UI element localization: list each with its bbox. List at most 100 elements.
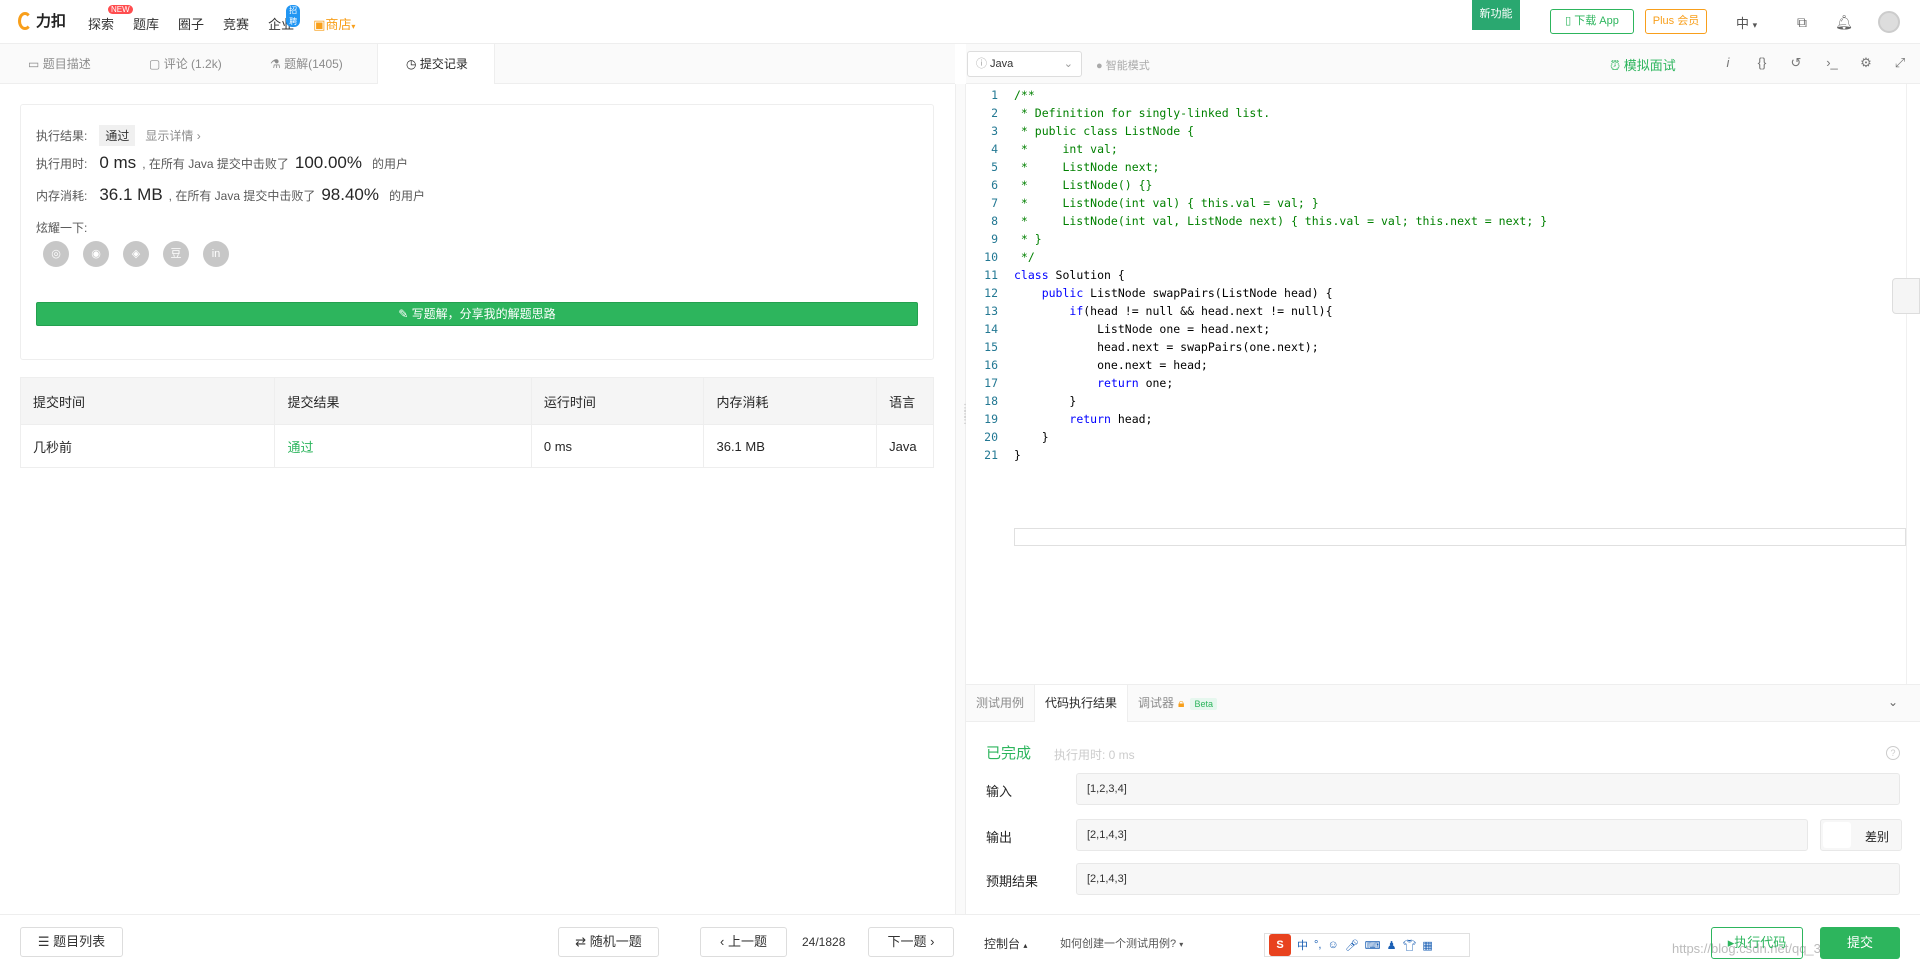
prev-problem-button[interactable]: ‹ 上一题	[700, 927, 787, 957]
settings-icon[interactable]: ⚙	[1856, 55, 1876, 71]
run-status: 已完成	[986, 745, 1032, 762]
weibo-icon[interactable]: ◉	[83, 241, 109, 267]
douban-icon[interactable]: 豆	[163, 241, 189, 267]
help-icon[interactable]: ?	[1886, 746, 1900, 760]
table-row[interactable]: 几秒前 通过 0 ms 36.1 MB Java	[21, 425, 933, 467]
bell-icon[interactable]: 🔔︎	[1834, 12, 1854, 32]
code-line[interactable]: 10 */	[966, 248, 1035, 266]
shirt-icon[interactable]: 👕︎	[1402, 939, 1416, 952]
tab-description[interactable]: ▭ 题目描述	[0, 44, 121, 84]
share-icons: ◎ ◉ ◈ 豆 in	[43, 241, 229, 267]
mic-icon[interactable]: 🎤︎	[1345, 939, 1359, 952]
ime-lang-icon[interactable]: 中	[1297, 937, 1308, 953]
code-editor[interactable]: 1 /** 2 * Definition for singly-linked lis…	[966, 84, 1906, 684]
console-toggle[interactable]: 控制台 ▴	[984, 935, 1027, 952]
terminal-icon[interactable]: ›_	[1822, 55, 1842, 70]
grid-icon[interactable]: ▦	[1422, 939, 1432, 952]
nav-problems[interactable]: 题库	[133, 14, 159, 33]
show-details-link[interactable]: 显示详情 ›	[145, 127, 200, 144]
mock-interview-button[interactable]: ⏰︎ 模拟面试	[1610, 55, 1676, 74]
code-line[interactable]: 14 ListNode one = head.next;	[966, 320, 1270, 338]
code-line[interactable]: 21}	[966, 446, 1021, 464]
user-icon[interactable]: ♟	[1387, 939, 1397, 952]
keyboard-icon[interactable]: ⌨	[1365, 939, 1381, 952]
submit-button[interactable]: 提交	[1820, 927, 1900, 959]
tab-run-result[interactable]: 代码执行结果	[1034, 685, 1129, 722]
fullscreen-icon[interactable]: ⤢	[1890, 55, 1910, 71]
code-line[interactable]: 5 * ListNode next;	[966, 158, 1159, 176]
new-feature-banner[interactable]: 新功能	[1472, 0, 1520, 30]
code-line[interactable]: 19 return head;	[966, 410, 1152, 428]
sogou-icon[interactable]: S	[1269, 934, 1291, 956]
braces-icon[interactable]: {}	[1752, 55, 1772, 70]
mock-interview-label: 模拟面试	[1623, 58, 1676, 73]
cell-result[interactable]: 通过	[275, 425, 532, 467]
tab-testcase[interactable]: 测试用例	[966, 685, 1034, 722]
smart-mode-toggle[interactable]: ● 智能模式	[1096, 57, 1150, 73]
code-line[interactable]: 3 * public class ListNode {	[966, 122, 1194, 140]
language-switch[interactable]: 中 ▾	[1736, 13, 1757, 32]
code-line[interactable]: 1 /**	[966, 86, 1035, 104]
nav-circle[interactable]: 圈子	[178, 14, 204, 33]
panel-splitter[interactable]: ⋮ ⋮ ⋮	[955, 84, 970, 914]
plus-member-button[interactable]: Plus 会员	[1645, 9, 1707, 34]
header-memory: 内存消耗	[704, 378, 878, 424]
code-line[interactable]: 18 }	[966, 392, 1076, 410]
problem-list-button[interactable]: ☰ 题目列表	[20, 927, 123, 957]
tab-debugger[interactable]: 调试器 🔒︎ Beta	[1128, 685, 1227, 722]
qq-icon[interactable]: ◈	[123, 241, 149, 267]
code-line[interactable]: 16 one.next = head;	[966, 356, 1208, 374]
code-line[interactable]: 2 * Definition for singly-linked list.	[966, 104, 1270, 122]
linkedin-icon[interactable]: in	[203, 241, 229, 267]
tab-comments[interactable]: ▢ 评论 (1.2k)	[121, 44, 242, 84]
tab-solutions[interactable]: ⚗ 题解(1405)	[242, 44, 377, 84]
line-number: 5	[991, 160, 998, 174]
tab-debugger-label: 调试器	[1138, 696, 1175, 710]
nav-store[interactable]: ▣商店▾	[313, 14, 355, 33]
reset-icon[interactable]: ↺	[1786, 55, 1806, 71]
collapse-icon[interactable]: ⌄	[1888, 695, 1898, 709]
avatar[interactable]	[1878, 11, 1900, 33]
code-line[interactable]: 6 * ListNode() {}	[966, 176, 1152, 194]
nav-contest[interactable]: 竞赛	[223, 14, 249, 33]
playground-icon[interactable]: ⧉	[1792, 12, 1812, 32]
code-line[interactable]: 4 * int val;	[966, 140, 1118, 158]
emoji-icon[interactable]: ☺	[1327, 939, 1338, 951]
smart-mode-label: 智能模式	[1105, 60, 1150, 72]
language-select[interactable]: ⓘ Java ⌄	[967, 51, 1082, 77]
editor-scrollbar[interactable]	[1906, 84, 1920, 684]
punct-icon[interactable]: °,	[1314, 939, 1321, 951]
code-line[interactable]: 15 head.next = swapPairs(one.next);	[966, 338, 1319, 356]
next-problem-button[interactable]: 下一题 ›	[868, 927, 954, 957]
info-italic-icon[interactable]: i	[1718, 55, 1738, 70]
code-line[interactable]: 12 public ListNode swapPairs(ListNode he…	[966, 284, 1333, 302]
code-line[interactable]: 11 class Solution {	[966, 266, 1125, 284]
diff-switch[interactable]	[1823, 822, 1851, 848]
line-number: 14	[984, 322, 998, 336]
code-line[interactable]: 13 if(head != null && head.next != null)…	[966, 302, 1332, 320]
howto-testcase-link[interactable]: 如何创建一个测试用例? ▾	[1060, 935, 1183, 951]
chevron-up-icon: ▴	[1023, 941, 1028, 950]
howto-label: 如何创建一个测试用例?	[1060, 938, 1177, 950]
code-line[interactable]: 17 return one;	[966, 374, 1173, 392]
wechat-icon[interactable]: ◎	[43, 241, 69, 267]
diff-toggle[interactable]: 差别	[1820, 819, 1902, 851]
output-value: [2,1,4,3]	[1076, 819, 1808, 851]
clock-icon: ◷	[406, 57, 417, 71]
code-text: public ListNode swapPairs(ListNode head)…	[1041, 286, 1333, 300]
code-line[interactable]: 9 * }	[966, 230, 1042, 248]
random-problem-button[interactable]: ⇄ 随机一题	[558, 927, 659, 957]
download-app-button[interactable]: ▯ 下载 App	[1550, 9, 1634, 34]
input-label: 输入	[986, 784, 1013, 799]
tab-submissions[interactable]: ◷ 提交记录	[377, 44, 495, 84]
language-label: 中	[1736, 16, 1750, 31]
nav-enterprise[interactable]: 企业 招聘	[268, 5, 301, 33]
nav-explore[interactable]: 探索 NEW	[88, 5, 133, 33]
run-code-button[interactable]: ▸执行代码	[1711, 927, 1803, 959]
code-line[interactable]: 20 }	[966, 428, 1048, 446]
code-line[interactable]: 8 * ListNode(int val, ListNode next) { t…	[966, 212, 1547, 230]
code-line[interactable]: 7 * ListNode(int val) { this.val = val; …	[966, 194, 1319, 212]
side-float-button[interactable]	[1892, 278, 1920, 314]
write-solution-button[interactable]: ✎ 写题解，分享我的解题思路	[36, 302, 918, 326]
leetcode-logo[interactable]: 力扣	[18, 10, 66, 31]
